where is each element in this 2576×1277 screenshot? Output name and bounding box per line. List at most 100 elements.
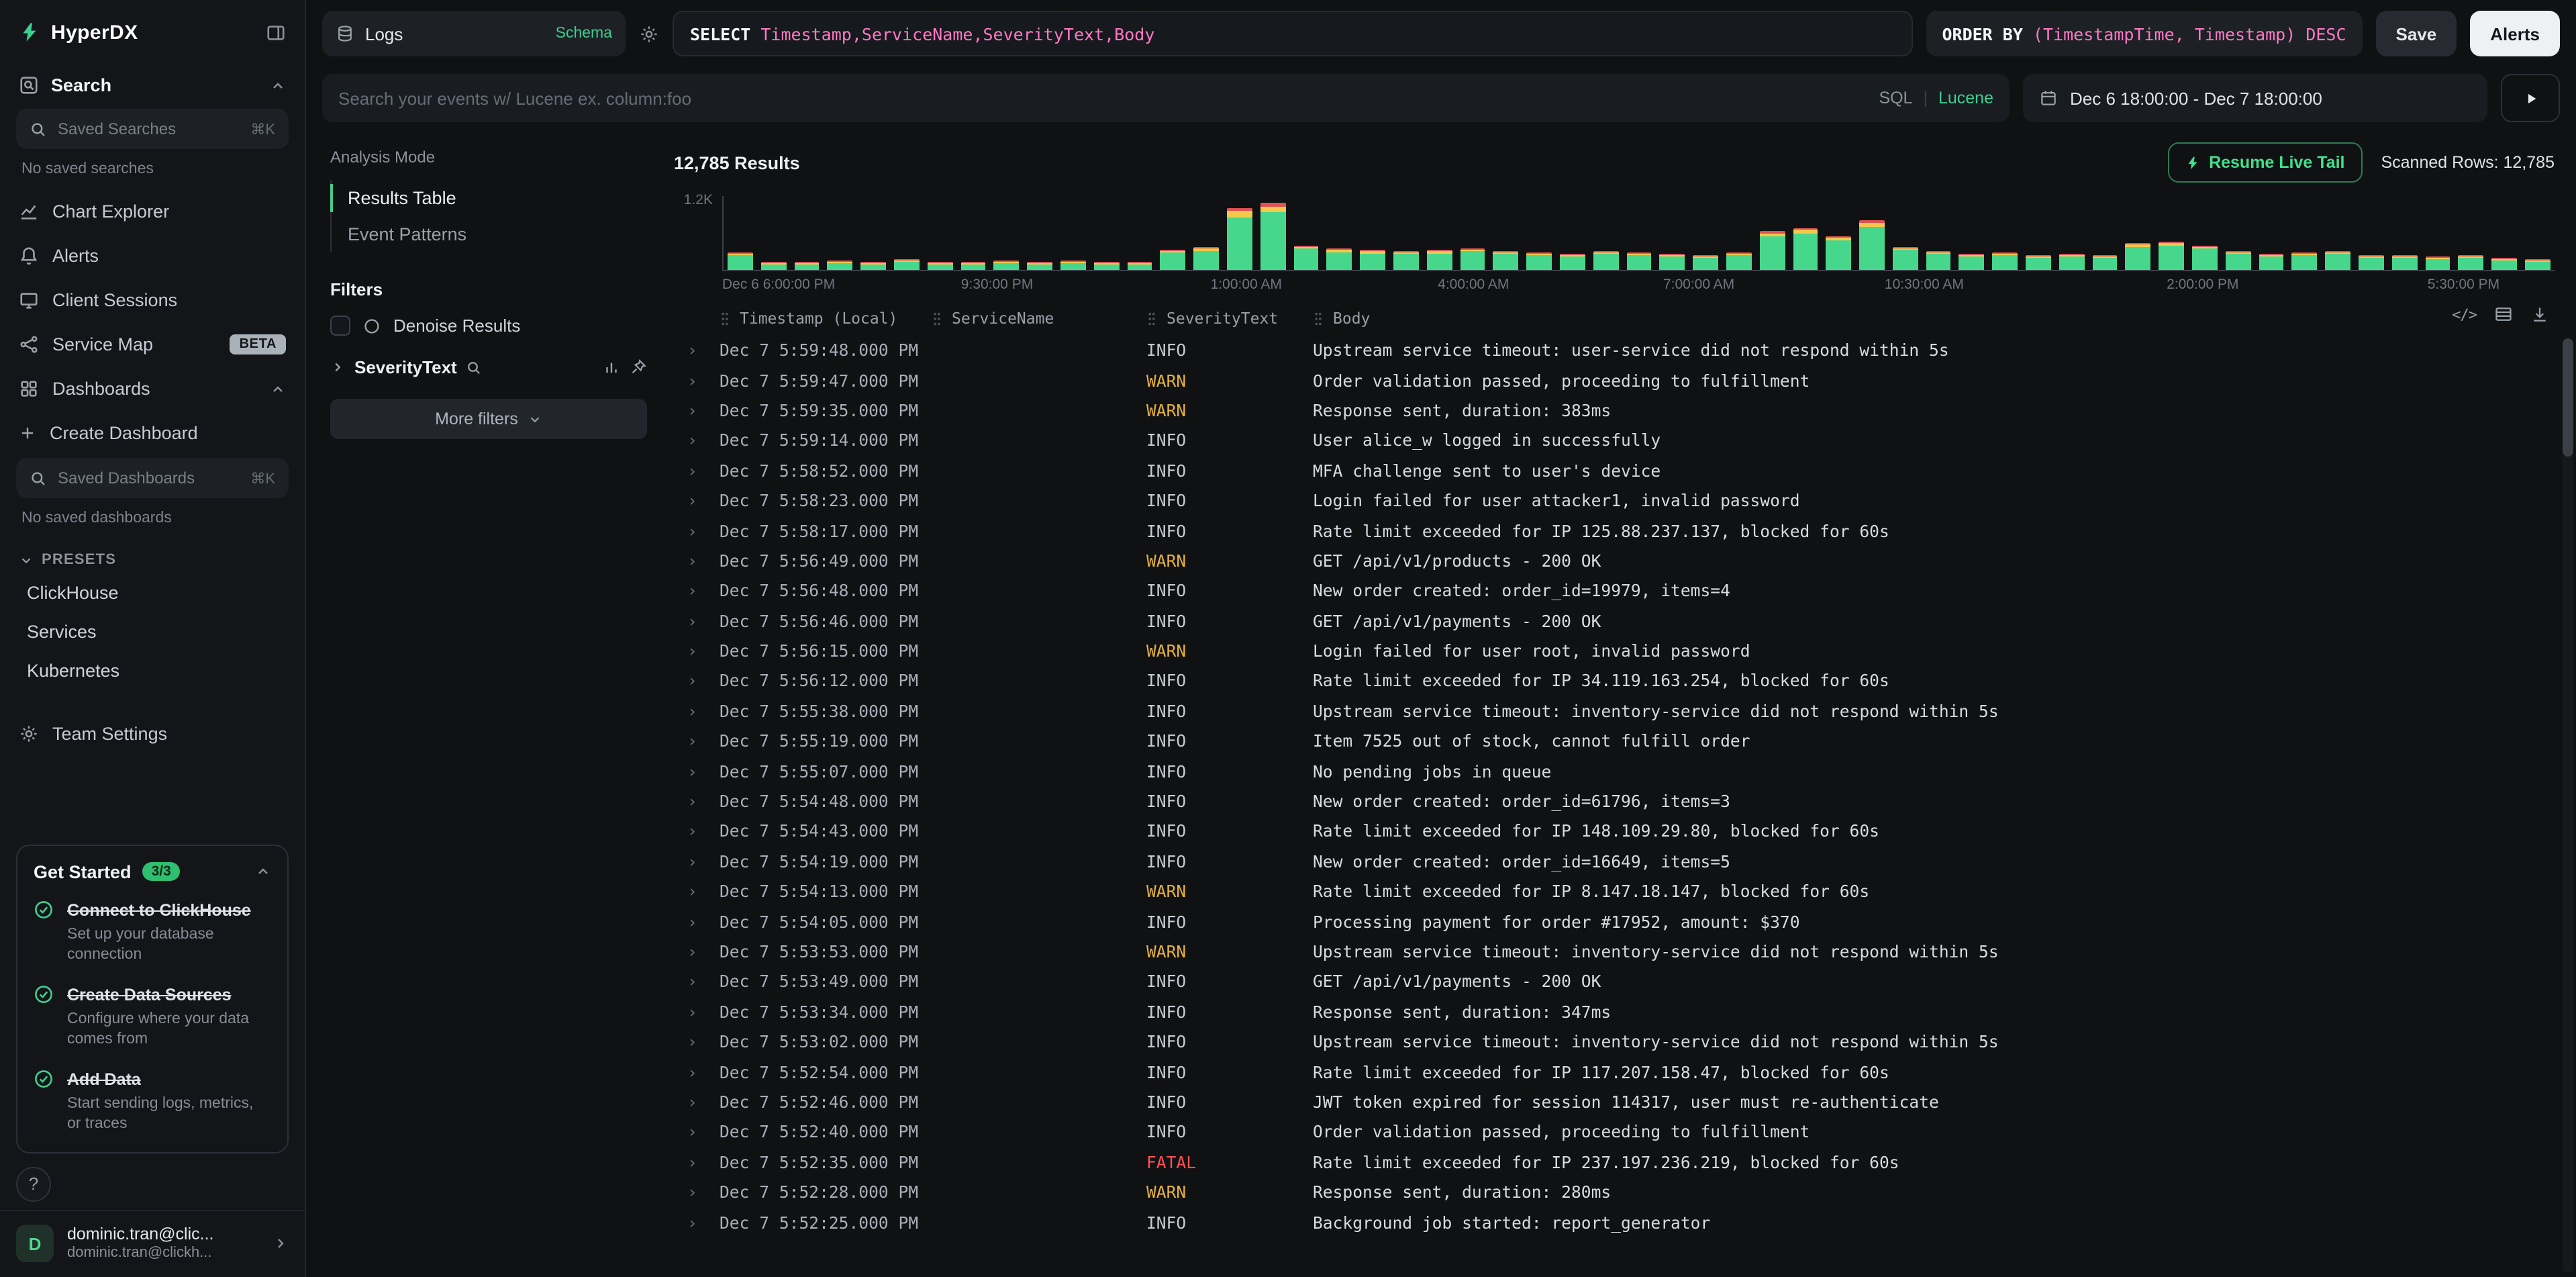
more-filters-button[interactable]: More filters: [330, 399, 647, 439]
mode-results-table[interactable]: Results Table: [332, 180, 647, 216]
row-expander-icon[interactable]: ›: [674, 1123, 720, 1142]
table-row[interactable]: ›Dec 7 5:58:17.000 PMINFORate limit exce…: [674, 516, 2555, 547]
histogram-bar[interactable]: [2525, 258, 2550, 270]
scrollbar-track[interactable]: [2563, 338, 2573, 1273]
table-row[interactable]: ›Dec 7 5:52:35.000 PMFATALRate limit exc…: [674, 1147, 2555, 1178]
row-expander-icon[interactable]: ›: [674, 912, 720, 931]
row-expander-icon[interactable]: ›: [674, 1003, 720, 1022]
sidebar-item-client-sessions[interactable]: Client Sessions: [0, 278, 305, 322]
histogram-bar[interactable]: [1793, 228, 1818, 270]
sidebar-item-alerts[interactable]: Alerts: [0, 234, 305, 278]
histogram-bar[interactable]: [928, 261, 953, 270]
histogram-bar[interactable]: [960, 263, 986, 270]
histogram-bar[interactable]: [2092, 256, 2118, 270]
table-row[interactable]: ›Dec 7 5:54:48.000 PMINFONew order creat…: [674, 787, 2555, 817]
table-row[interactable]: ›Dec 7 5:56:12.000 PMINFORate limit exce…: [674, 667, 2555, 697]
histogram-bar[interactable]: [2226, 252, 2251, 271]
row-expander-icon[interactable]: ›: [674, 462, 720, 481]
row-expander-icon[interactable]: ›: [674, 882, 720, 901]
drag-handle-icon[interactable]: [932, 310, 942, 327]
histogram-bar[interactable]: [1027, 262, 1052, 270]
row-expander-icon[interactable]: ›: [674, 1063, 720, 1082]
histogram-bar[interactable]: [1293, 245, 1319, 270]
histogram-bar[interactable]: [828, 261, 853, 270]
chevron-up-icon[interactable]: [255, 863, 271, 880]
saved-dashboards-input[interactable]: Saved Dashboards ⌘K: [16, 458, 289, 498]
histogram-bar[interactable]: [761, 261, 787, 270]
get-started-item[interactable]: Add Data Start sending logs, metrics, or…: [34, 1067, 271, 1135]
table-row[interactable]: ›Dec 7 5:52:40.000 PMINFOOrder validatio…: [674, 1117, 2555, 1147]
histogram-bar[interactable]: [2026, 254, 2051, 270]
table-row[interactable]: ›Dec 7 5:59:47.000 PMWARNOrder validatio…: [674, 366, 2555, 396]
histogram-bar[interactable]: [728, 252, 753, 270]
table-row[interactable]: ›Dec 7 5:55:07.000 PMINFONo pending jobs…: [674, 757, 2555, 787]
source-select[interactable]: Logs Schema: [322, 11, 626, 56]
histogram-bar[interactable]: [2359, 254, 2384, 270]
drag-handle-icon[interactable]: [720, 310, 730, 327]
sidebar-item-team-settings[interactable]: Team Settings: [0, 712, 305, 756]
column-header-severitytext[interactable]: SeverityText: [1146, 309, 1313, 328]
get-started-item[interactable]: Create Data Sources Configure where your…: [34, 982, 271, 1051]
sidebar-item-clickhouse[interactable]: ClickHouse: [0, 573, 305, 612]
settings-gear-icon[interactable]: [639, 23, 659, 44]
histogram-bar[interactable]: [1260, 203, 1286, 270]
table-row[interactable]: ›Dec 7 5:52:25.000 PMINFOBackground job …: [674, 1208, 2555, 1238]
table-row[interactable]: ›Dec 7 5:56:48.000 PMINFONew order creat…: [674, 576, 2555, 606]
histogram-bar[interactable]: [2392, 256, 2418, 270]
row-expander-icon[interactable]: ›: [674, 401, 720, 420]
facet-pin-icon[interactable]: [630, 359, 647, 376]
histogram-bar[interactable]: [1060, 261, 1086, 270]
row-expander-icon[interactable]: ›: [674, 1183, 720, 1202]
histogram-bar[interactable]: [1160, 250, 1186, 270]
histogram-bar[interactable]: [1759, 232, 1785, 270]
histogram-bar[interactable]: [1726, 252, 1752, 270]
histogram-bar[interactable]: [894, 260, 920, 270]
row-expander-icon[interactable]: ›: [674, 612, 720, 630]
row-expander-icon[interactable]: ›: [674, 522, 720, 540]
table-row[interactable]: ›Dec 7 5:52:46.000 PMINFOJWT token expir…: [674, 1088, 2555, 1118]
get-started-header[interactable]: Get Started 3/3: [34, 861, 271, 882]
histogram-bar[interactable]: [1959, 254, 1985, 270]
sidebar-item-chart-explorer[interactable]: Chart Explorer: [0, 189, 305, 234]
table-row[interactable]: ›Dec 7 5:55:19.000 PMINFOItem 7525 out o…: [674, 726, 2555, 757]
row-expander-icon[interactable]: ›: [674, 853, 720, 871]
histogram-bar[interactable]: [2259, 254, 2284, 270]
histogram-bar[interactable]: [1227, 208, 1252, 270]
histogram-bar[interactable]: [1426, 250, 1452, 270]
get-started-item[interactable]: Connect to ClickHouse Set up your databa…: [34, 898, 271, 966]
histogram-bar[interactable]: [1560, 254, 1585, 270]
sidebar-item-services[interactable]: Services: [0, 612, 305, 651]
histogram-bar[interactable]: [860, 262, 886, 270]
sidebar-item-service-map[interactable]: Service Map BETA: [0, 322, 305, 367]
table-row[interactable]: ›Dec 7 5:53:34.000 PMINFOResponse sent, …: [674, 997, 2555, 1027]
row-expander-icon[interactable]: ›: [674, 732, 720, 751]
histogram-plot[interactable]: Dec 6 6:00:00 PM9:30:00 PM1:00:00 AM4:00…: [722, 196, 2555, 293]
row-expander-icon[interactable]: ›: [674, 582, 720, 601]
column-layout-icon[interactable]: [2494, 305, 2513, 324]
download-icon[interactable]: [2530, 305, 2549, 324]
table-row[interactable]: ›Dec 7 5:59:35.000 PMWARNResponse sent, …: [674, 396, 2555, 426]
table-row[interactable]: ›Dec 7 5:59:48.000 PMINFOUpstream servic…: [674, 336, 2555, 366]
denoise-checkbox[interactable]: [330, 316, 350, 336]
row-expander-icon[interactable]: ›: [674, 792, 720, 811]
table-row[interactable]: ›Dec 7 5:52:28.000 PMWARNResponse sent, …: [674, 1178, 2555, 1208]
row-expander-icon[interactable]: ›: [674, 822, 720, 841]
resume-live-tail-button[interactable]: Resume Live Tail: [2167, 142, 2362, 183]
run-query-button[interactable]: [2501, 74, 2560, 122]
histogram-bar[interactable]: [2425, 256, 2450, 270]
help-button[interactable]: ?: [16, 1166, 51, 1201]
drag-handle-icon[interactable]: [1313, 310, 1324, 327]
chevron-up-icon[interactable]: [270, 77, 286, 93]
mode-toggle-lucene[interactable]: Lucene: [1938, 89, 1993, 107]
date-range-picker[interactable]: Dec 6 18:00:00 - Dec 7 18:00:00: [2023, 74, 2487, 122]
row-expander-icon[interactable]: ›: [674, 552, 720, 571]
histogram-bar[interactable]: [1826, 236, 1852, 270]
user-menu[interactable]: D dominic.tran@clic... dominic.tran@clic…: [0, 1209, 305, 1277]
table-row[interactable]: ›Dec 7 5:53:02.000 PMINFOUpstream servic…: [674, 1027, 2555, 1057]
row-expander-icon[interactable]: ›: [674, 973, 720, 992]
table-row[interactable]: ›Dec 7 5:58:23.000 PMINFOLogin failed fo…: [674, 486, 2555, 516]
presets-toggle[interactable]: PRESETS: [0, 538, 305, 573]
facet-search-icon[interactable]: [466, 359, 483, 375]
mode-toggle-sql[interactable]: SQL: [1879, 89, 1912, 107]
column-header-timestamp[interactable]: Timestamp (Local): [720, 309, 932, 328]
